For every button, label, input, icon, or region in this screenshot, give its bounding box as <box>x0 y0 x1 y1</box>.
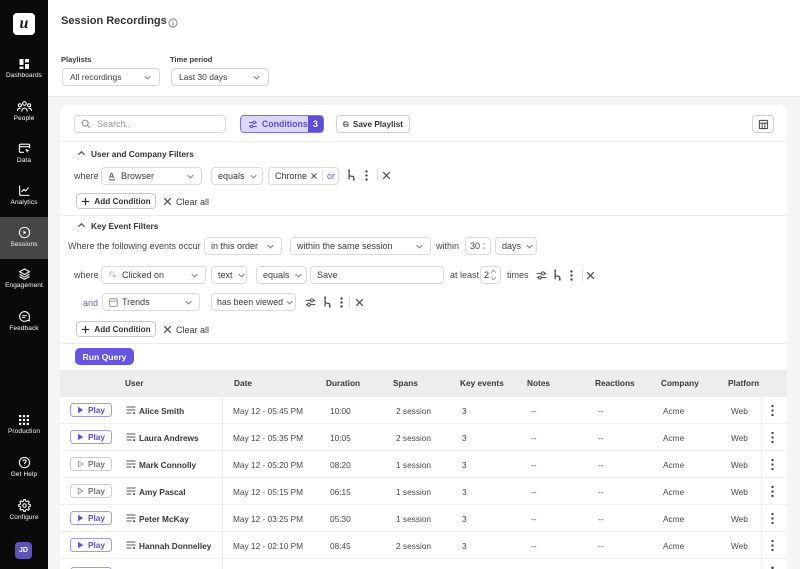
svg-text:A: A <box>109 171 115 180</box>
